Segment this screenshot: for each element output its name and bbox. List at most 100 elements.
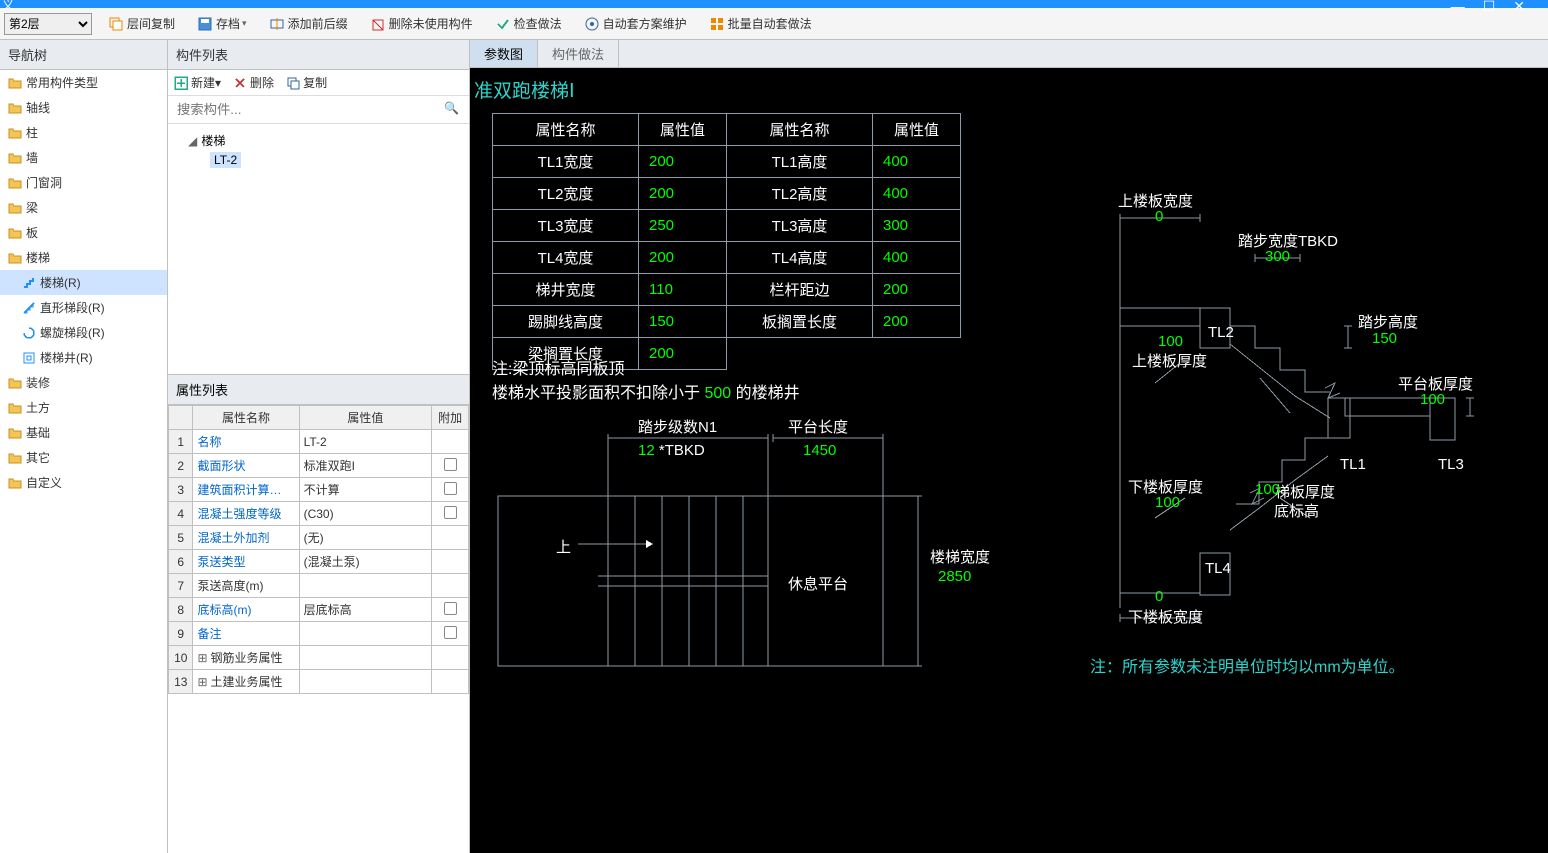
- nav-自定义[interactable]: 自定义: [0, 470, 167, 495]
- folder-icon: [8, 376, 22, 390]
- mid-panel: 构件列表 新建▾ 删除 复制 🔍 ◢ 楼梯 LT-2 属性列表 属性名称 属性值: [168, 40, 470, 853]
- component-tree: ◢ 楼梯 LT-2: [168, 124, 469, 374]
- nav-板[interactable]: 板: [0, 220, 167, 245]
- toolbar-copy-button[interactable]: 层间复制: [102, 13, 181, 34]
- folder-icon: [8, 126, 22, 140]
- batch-icon: [709, 16, 725, 32]
- note-text: 注:梁顶标高同板顶 楼梯水平投影面积不扣除小于 500 的楼梯井: [492, 358, 800, 406]
- folder-icon: [8, 101, 22, 115]
- floor-selector[interactable]: 第2层: [4, 13, 92, 35]
- tree-root-stair[interactable]: ◢ 楼梯: [174, 130, 463, 151]
- new-icon: [174, 76, 188, 90]
- right-panel: 参数图 构件做法 准双跑楼梯Ⅰ 属性名称 属性值 属性名称 属性值 TL1宽度2…: [470, 40, 1548, 853]
- tree-item-lt2[interactable]: LT-2: [174, 151, 463, 169]
- toolbar-check-button[interactable]: 检查做法: [489, 13, 568, 34]
- window-titlebar: 义 —☐✕: [0, 0, 1548, 8]
- nav-楼梯(R)[interactable]: 楼梯(R): [0, 270, 167, 295]
- prop-row[interactable]: 9备注: [169, 622, 469, 646]
- prop-row[interactable]: 5混凝土外加剂(无): [169, 526, 469, 550]
- main-toolbar: 第2层 层间复制存档▾ 添加前后缀删除未使用构件检查做法自动套方案维护批量自动套做…: [0, 8, 1548, 40]
- toolbar-auto-button[interactable]: 自动套方案维护: [578, 13, 693, 34]
- nav-土方[interactable]: 土方: [0, 395, 167, 420]
- property-table: 属性名称 属性值 附加 1名称LT-22截面形状标准双跑I3建筑面积计算…不计算…: [168, 405, 469, 694]
- prop-row[interactable]: 1名称LT-2: [169, 430, 469, 454]
- nav-柱[interactable]: 柱: [0, 120, 167, 145]
- prop-row[interactable]: 6泵送类型(混凝土泵): [169, 550, 469, 574]
- prop-row[interactable]: 10⊞钢筋业务属性: [169, 646, 469, 670]
- nav-门窗洞[interactable]: 门窗洞: [0, 170, 167, 195]
- close-icon[interactable]: ✕: [1513, 0, 1543, 14]
- toolbar-batch-button[interactable]: 批量自动套做法: [703, 13, 818, 34]
- maximize-icon[interactable]: ☐: [1483, 0, 1514, 14]
- complist-header: 构件列表: [168, 40, 469, 70]
- toolbar-del-button[interactable]: 删除未使用构件: [364, 13, 479, 34]
- checkbox[interactable]: [444, 506, 457, 519]
- delete-icon: [233, 76, 247, 90]
- nav-螺旋梯段(R)[interactable]: 螺旋梯段(R): [0, 320, 167, 345]
- prop-row[interactable]: 2截面形状标准双跑I: [169, 454, 469, 478]
- col-name: 属性名称: [193, 406, 299, 430]
- addfix-icon: [269, 16, 285, 32]
- copy-button[interactable]: 复制: [286, 74, 327, 91]
- plan-view: 踏步级数N1 12 *TBKD 平台长度 1450 上 休息平台 楼梯宽度 28…: [488, 428, 968, 691]
- save-icon: [197, 16, 213, 32]
- prop-row[interactable]: 8底标高(m)层底标高: [169, 598, 469, 622]
- search-input[interactable]: [174, 99, 463, 120]
- checkbox[interactable]: [444, 626, 457, 639]
- proplist-header: 属性列表: [168, 375, 469, 405]
- folder-icon: [8, 76, 22, 90]
- nav-楼梯井(R)[interactable]: 楼梯井(R): [0, 345, 167, 370]
- folder-icon: [8, 251, 22, 265]
- tab-component-method[interactable]: 构件做法: [538, 40, 619, 67]
- col-value: 属性值: [299, 406, 432, 430]
- nav-tree-panel: 导航树 常用构件类型轴线柱墙门窗洞梁板楼梯楼梯(R)直形梯段(R)螺旋梯段(R)…: [0, 40, 168, 853]
- diagram-title: 准双跑楼梯Ⅰ: [474, 76, 575, 103]
- checkbox[interactable]: [444, 602, 457, 615]
- new-button[interactable]: 新建▾: [174, 74, 221, 91]
- expand-icon[interactable]: ⊞: [197, 651, 207, 665]
- nav-墙[interactable]: 墙: [0, 145, 167, 170]
- prop-row[interactable]: 3建筑面积计算…不计算: [169, 478, 469, 502]
- tab-param-diagram[interactable]: 参数图: [470, 40, 538, 67]
- delete-button[interactable]: 删除: [233, 74, 274, 91]
- col-ext: 附加: [432, 406, 469, 430]
- param-value-table: 属性名称 属性值 属性名称 属性值 TL1宽度200TL1高度400TL2宽度2…: [492, 113, 961, 370]
- auto-icon: [584, 16, 600, 32]
- stair-spiral-icon: [22, 326, 36, 340]
- minimize-icon[interactable]: —: [1451, 0, 1483, 14]
- nav-header: 导航树: [0, 40, 167, 70]
- nav-常用构件类型[interactable]: 常用构件类型: [0, 70, 167, 95]
- param-canvas: 准双跑楼梯Ⅰ 属性名称 属性值 属性名称 属性值 TL1宽度200TL1高度40…: [470, 68, 1548, 853]
- toolbar-save-button[interactable]: 存档▾: [191, 13, 253, 34]
- toolbar-addfix-button[interactable]: 添加前后缀: [263, 13, 354, 34]
- del-icon: [370, 16, 386, 32]
- folder-icon: [8, 451, 22, 465]
- nav-梁[interactable]: 梁: [0, 195, 167, 220]
- folder-icon: [8, 476, 22, 490]
- stair-blue-icon: [22, 276, 36, 290]
- prop-row[interactable]: 7泵送高度(m): [169, 574, 469, 598]
- copy-icon: [286, 76, 300, 90]
- search-icon[interactable]: 🔍: [444, 101, 459, 115]
- stair-straight-icon: [22, 301, 36, 315]
- check-icon: [495, 16, 511, 32]
- section-view: 上楼板宽度 0 踏步宽度TBKD 300 踏步高度 150 TL2 上楼板厚度 …: [1100, 198, 1540, 641]
- nav-其它[interactable]: 其它: [0, 445, 167, 470]
- copy-icon: [108, 16, 124, 32]
- nav-装修[interactable]: 装修: [0, 370, 167, 395]
- nav-基础[interactable]: 基础: [0, 420, 167, 445]
- checkbox[interactable]: [444, 482, 457, 495]
- window-controls[interactable]: —☐✕: [1451, 0, 1543, 15]
- prop-row[interactable]: 13⊞土建业务属性: [169, 670, 469, 694]
- stair-well-icon: [22, 351, 36, 365]
- expand-icon[interactable]: ⊞: [197, 675, 207, 689]
- nav-轴线[interactable]: 轴线: [0, 95, 167, 120]
- footer-note: 注：所有参数未注明单位时均以mm为单位。: [1090, 653, 1405, 677]
- checkbox[interactable]: [444, 458, 457, 471]
- folder-icon: [8, 201, 22, 215]
- nav-楼梯[interactable]: 楼梯: [0, 245, 167, 270]
- prop-row[interactable]: 4混凝土强度等级(C30): [169, 502, 469, 526]
- folder-icon: [8, 176, 22, 190]
- nav-直形梯段(R)[interactable]: 直形梯段(R): [0, 295, 167, 320]
- folder-icon: [8, 426, 22, 440]
